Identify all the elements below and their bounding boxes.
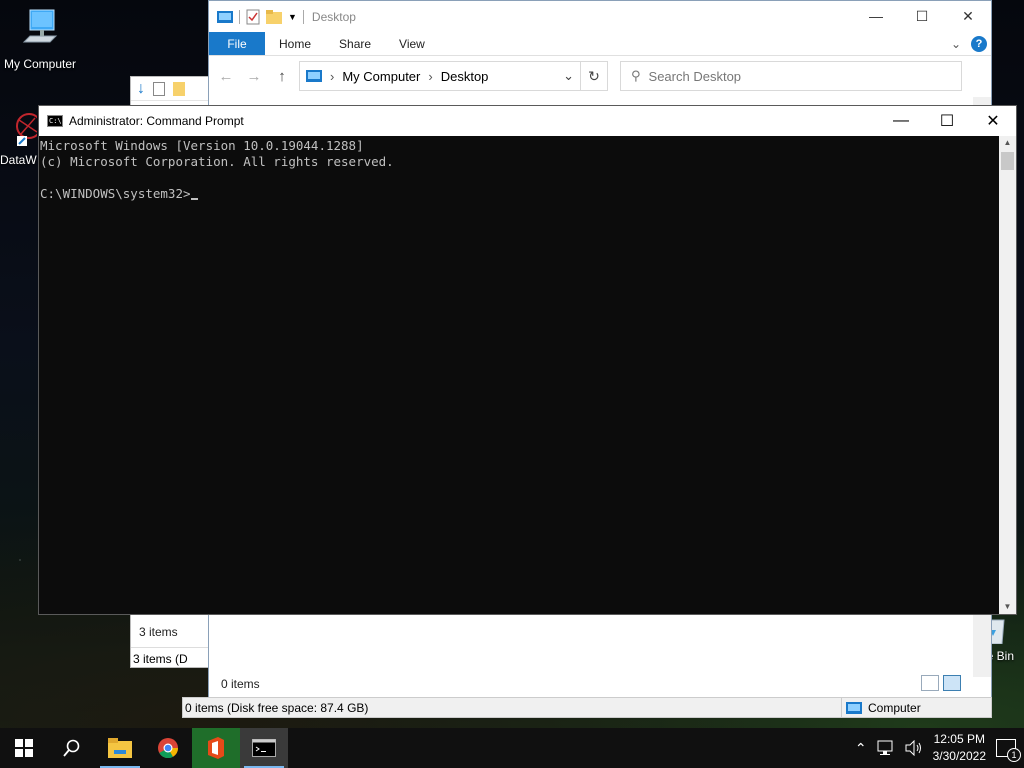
breadcrumb-separator-icon: › xyxy=(330,68,335,84)
network-icon[interactable] xyxy=(877,740,895,756)
volume-icon[interactable] xyxy=(905,740,923,756)
cmd-scrollbar[interactable]: ▲ ▼ xyxy=(999,136,1016,614)
clock-time: 12:05 PM xyxy=(933,732,985,746)
breadcrumb-my-computer[interactable]: My Computer xyxy=(342,69,420,84)
computer-small-icon xyxy=(846,701,862,714)
new-folder-icon[interactable] xyxy=(266,9,282,24)
status-location-label: Computer xyxy=(868,700,921,715)
computer-icon xyxy=(22,9,58,43)
window-title: Desktop xyxy=(311,9,356,24)
clock[interactable]: 12:05 PM 3/30/2022 xyxy=(933,731,986,765)
ribbon-tabs: File Home Share View ⌄ ? xyxy=(209,32,991,56)
search-icon xyxy=(63,739,80,757)
close-button[interactable]: ✕ xyxy=(945,1,991,31)
background-explorer-toolbar: ↓ xyxy=(131,77,209,101)
file-explorer-icon xyxy=(108,738,132,758)
minimize-button[interactable]: — xyxy=(878,106,924,136)
address-bar[interactable]: › My Computer › Desktop ⌄ xyxy=(299,61,581,91)
start-button[interactable] xyxy=(0,728,48,768)
console-prompt: C:\WINDOWS\system32> xyxy=(40,186,191,201)
status-location: Computer xyxy=(841,698,991,717)
chevron-up-icon[interactable]: ⌃ xyxy=(855,740,867,757)
text-cursor xyxy=(190,198,198,200)
taskbar-office[interactable] xyxy=(192,728,240,768)
desktop-icon-dataw[interactable]: DataW xyxy=(0,108,42,167)
notification-badge: 1 xyxy=(1007,748,1021,762)
scrollbar-thumb[interactable] xyxy=(1001,152,1014,170)
cmd-title-bar[interactable]: C:\ Administrator: Command Prompt xyxy=(39,106,1016,136)
action-center-icon[interactable]: 1 xyxy=(996,739,1021,762)
quick-access-toolbar: ▼ xyxy=(217,9,304,25)
tab-view[interactable]: View xyxy=(385,32,439,55)
close-button[interactable]: ✕ xyxy=(970,106,1016,136)
cmd-window-controls: — ☐ ✕ xyxy=(878,106,1016,136)
background-explorer-item-count: 3 items xyxy=(139,625,178,639)
tab-share[interactable]: Share xyxy=(325,32,385,55)
up-button[interactable]: ↑ xyxy=(271,68,293,85)
scroll-up-icon[interactable]: ▲ xyxy=(999,136,1016,150)
desktop-icon-my-computer[interactable]: My Computer xyxy=(0,8,80,71)
status-disk-space: 0 items (Disk free space: 87.4 GB) xyxy=(185,700,369,715)
clock-date: 3/30/2022 xyxy=(932,749,986,763)
breadcrumb-desktop[interactable]: Desktop xyxy=(441,69,489,84)
office-icon xyxy=(208,737,224,759)
command-prompt-icon xyxy=(252,739,276,757)
console-line: Microsoft Windows [Version 10.0.19044.12… xyxy=(40,138,364,153)
search-input[interactable]: ⚲ Search Desktop xyxy=(620,61,962,91)
console-line: (c) Microsoft Corporation. All rights re… xyxy=(40,154,394,169)
taskbar-command-prompt[interactable] xyxy=(240,728,288,768)
item-count: 0 items xyxy=(221,677,260,691)
datawrapper-icon xyxy=(16,113,42,146)
system-tray: ⌃ 12:05 PM 3/30/2022 1 xyxy=(855,728,1024,768)
tab-file[interactable]: File xyxy=(209,32,265,55)
large-icons-view-icon[interactable] xyxy=(943,675,961,691)
chevron-down-icon[interactable]: ⌄ xyxy=(563,68,574,84)
cmd-console-output[interactable]: Microsoft Windows [Version 10.0.19044.12… xyxy=(39,136,999,614)
taskbar: ⌃ 12:05 PM 3/30/2022 1 xyxy=(0,728,1024,768)
breadcrumb-separator-icon: › xyxy=(428,68,433,84)
chrome-icon xyxy=(158,738,179,759)
command-prompt-window[interactable]: C:\ Administrator: Command Prompt — ☐ ✕ … xyxy=(38,105,1017,615)
minimize-button[interactable]: — xyxy=(853,1,899,31)
taskbar-search-button[interactable] xyxy=(48,728,96,768)
background-explorer-status-bar: 3 items (D xyxy=(131,647,209,669)
maximize-button[interactable]: ☐ xyxy=(899,1,945,31)
desktop-icon-label: DataW xyxy=(0,153,37,167)
download-arrow-icon[interactable]: ↓ xyxy=(137,80,145,98)
windows-start-icon xyxy=(15,739,33,757)
taskbar-file-explorer[interactable] xyxy=(96,728,144,768)
computer-small-icon xyxy=(217,10,233,23)
properties-icon[interactable] xyxy=(246,9,260,25)
search-placeholder: Search Desktop xyxy=(648,68,742,84)
maximize-button[interactable]: ☐ xyxy=(924,106,970,136)
cmd-window-title: Administrator: Command Prompt xyxy=(69,114,244,128)
help-icon[interactable]: ? xyxy=(971,35,987,52)
expand-ribbon-icon[interactable]: ⌄ xyxy=(951,37,961,51)
view-toggle xyxy=(921,675,961,691)
command-prompt-icon: C:\ xyxy=(47,115,63,127)
properties-icon[interactable] xyxy=(153,81,165,96)
taskbar-chrome[interactable] xyxy=(144,728,192,768)
address-bar-row: ← → ↑ › My Computer › Desktop ⌄ ↻ ⚲ Sear… xyxy=(209,56,991,96)
computer-small-icon xyxy=(306,70,322,82)
console-prompt-line: C:\WINDOWS\system32> xyxy=(40,186,998,202)
customize-toolbar-icon[interactable]: ▼ xyxy=(288,12,297,22)
back-button[interactable]: ← xyxy=(215,68,237,85)
explorer-window-controls: — ☐ ✕ xyxy=(853,1,991,31)
folder-icon[interactable] xyxy=(173,81,185,96)
toolbar-separator xyxy=(239,9,240,24)
forward-button[interactable]: → xyxy=(243,68,265,85)
desktop-icon-label: My Computer xyxy=(3,57,77,71)
refresh-button[interactable]: ↻ xyxy=(580,61,608,91)
explorer-status-bar: 0 items (Disk free space: 87.4 GB) Compu… xyxy=(182,697,992,718)
search-icon: ⚲ xyxy=(631,68,641,83)
scroll-down-icon[interactable]: ▼ xyxy=(999,600,1016,614)
toolbar-separator xyxy=(302,9,304,24)
tab-home[interactable]: Home xyxy=(265,32,325,55)
details-view-icon[interactable] xyxy=(921,675,939,691)
